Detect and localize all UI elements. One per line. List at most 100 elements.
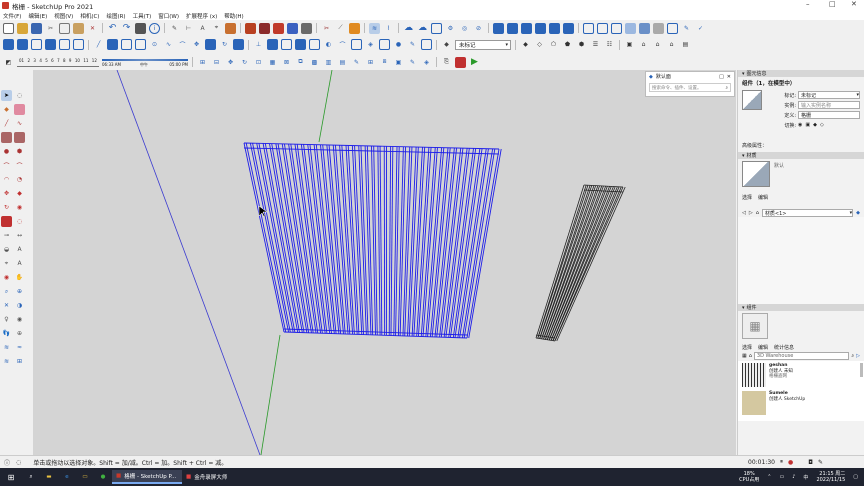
text-icon[interactable]: A [197, 23, 208, 34]
definition-input[interactable]: 格栅 [798, 111, 860, 119]
mirror-icon[interactable]: ⧉ [295, 57, 306, 68]
style-builder-icon[interactable] [301, 22, 312, 34]
dimension-icon[interactable]: ⊢ [183, 23, 194, 34]
pushpull-icon[interactable]: ◆ [14, 188, 25, 199]
cloud-icon[interactable]: ☁ [403, 23, 414, 34]
select-folder-icon[interactable] [3, 39, 14, 50]
rectangle-icon[interactable] [1, 132, 12, 143]
shadow-cast-icon[interactable]: ◆ [813, 122, 817, 128]
entity-info-header[interactable]: ▾ 图元信息 [738, 70, 864, 77]
shadow-month-slider[interactable]: 01 2 3 4 5 6 7 8 9 10 11 12 [17, 58, 99, 67]
tag-filled-icon[interactable]: ⬟ [562, 39, 573, 50]
move-icon[interactable]: ✥ [1, 188, 12, 199]
lasso-icon[interactable]: ◌ [14, 90, 25, 101]
pencil-icon[interactable]: ✎ [169, 23, 180, 34]
previous-view-icon[interactable]: ◑ [14, 300, 25, 311]
grille-component-selected[interactable] [243, 142, 502, 339]
scene-icon[interactable]: ⎘ [441, 57, 452, 68]
xray-icon[interactable] [583, 22, 594, 34]
follow-me-icon[interactable]: ⊙ [149, 39, 160, 50]
scrollbar[interactable] [860, 363, 863, 377]
components-tab-edit[interactable]: 编辑 [758, 344, 768, 351]
advanced-attributes-label[interactable]: 高级属性： [742, 142, 860, 149]
notification-icon[interactable]: ▢ [853, 474, 858, 480]
forward-icon[interactable]: ▷ [856, 353, 860, 359]
freehand-icon[interactable]: ∿ [14, 118, 25, 129]
image-icon[interactable] [379, 39, 390, 50]
extension-warehouse-icon[interactable] [273, 22, 284, 34]
sandbox-drape-icon[interactable]: ≋ [1, 356, 12, 367]
eraser-icon[interactable] [14, 104, 25, 115]
pause-icon[interactable]: ⏸ [780, 458, 783, 466]
eyedropper-icon[interactable]: ◆ [856, 210, 860, 216]
pan-icon[interactable]: ✋ [14, 272, 25, 283]
save-icon[interactable] [31, 22, 42, 34]
wrap-icon[interactable]: ⊟ [211, 57, 222, 68]
sandbox-smoove-icon[interactable]: ≋ [1, 342, 12, 353]
curve-tool-icon[interactable]: ∿ [163, 39, 174, 50]
view-right-icon[interactable] [535, 22, 546, 34]
3d-text-icon[interactable]: A [14, 258, 25, 269]
camera-icon[interactable]: ◘ [808, 459, 813, 466]
back-edges-icon[interactable] [667, 22, 678, 34]
play-icon[interactable]: ▶ [469, 57, 480, 68]
trash-icon[interactable] [233, 39, 244, 50]
shed-icon[interactable]: ⌂ [666, 39, 677, 50]
wireframe-icon[interactable] [597, 22, 608, 34]
gear-icon[interactable]: ⚙ [445, 23, 456, 34]
zoom-icon[interactable]: ⌕ [1, 286, 12, 297]
text-icon[interactable]: A [14, 244, 25, 255]
material-collection-select[interactable]: 材质<1> ▾ [761, 209, 854, 217]
monochrome-icon[interactable] [653, 22, 664, 34]
material-swatch[interactable] [742, 90, 762, 110]
taskbar-app-recorder[interactable]: ■ 金舟录屏大师 [182, 470, 242, 484]
house-icon[interactable]: ⌂ [638, 39, 649, 50]
move-axis-icon[interactable]: ✥ [225, 57, 236, 68]
maximize-button[interactable]: □ [829, 0, 836, 8]
pushpull-tool-icon[interactable] [121, 39, 132, 50]
offset-icon[interactable]: ◌ [14, 216, 25, 227]
view-left-icon[interactable] [563, 22, 574, 34]
layers-alt-icon[interactable]: ☷ [604, 39, 615, 50]
hidden-line-icon[interactable] [611, 22, 622, 34]
warehouse-icon[interactable] [245, 22, 256, 34]
rectangle-tool-icon[interactable] [107, 39, 118, 50]
diamond-icon[interactable]: ◆ [520, 39, 531, 50]
copy-array-icon[interactable]: ▤ [337, 57, 348, 68]
align-icon[interactable]: ⊥ [253, 39, 264, 50]
record-icon[interactable] [455, 56, 466, 68]
curve-edit-icon[interactable]: ⌒ [337, 39, 348, 50]
solid-tool-icon[interactable]: ◈ [421, 57, 432, 68]
unhide-icon[interactable] [73, 39, 84, 50]
shadow-time-slider[interactable]: 06:33 AM 中午 05:00 PM [102, 58, 188, 67]
view-options-icon[interactable]: ▦ [742, 353, 747, 359]
components-header[interactable]: ▾ 组件 [738, 304, 864, 311]
offset-tool-icon[interactable] [135, 39, 146, 50]
clock[interactable]: 21:15 周二 2022/11/15 [816, 471, 845, 483]
stack-icon[interactable] [267, 39, 278, 50]
scale-tool-icon[interactable] [205, 39, 216, 50]
3d-viewport[interactable] [33, 70, 736, 455]
pen-icon[interactable]: ✎ [818, 459, 823, 466]
layers-icon[interactable]: ☰ [590, 39, 601, 50]
hide-icon[interactable] [59, 39, 70, 50]
menu-view[interactable]: 视图(V) [54, 12, 73, 20]
menu-extensions[interactable]: 扩展程序 (x) [186, 12, 217, 20]
share-model-icon[interactable] [259, 22, 270, 34]
path-icon[interactable]: ✎ [351, 57, 362, 68]
tag-outline-icon[interactable]: ⬠ [548, 39, 559, 50]
menu-file[interactable]: 文件(F) [3, 12, 21, 20]
layout-icon[interactable] [287, 22, 298, 34]
taskbar-edge-icon[interactable]: e [58, 470, 76, 484]
tag-dropdown[interactable]: 未标记 ▾ [455, 39, 511, 50]
back-icon[interactable]: ◁ [742, 210, 746, 216]
zoom-extents-icon[interactable]: ✕ [1, 300, 12, 311]
fog-icon[interactable]: ⊞ [197, 57, 208, 68]
smoove-icon[interactable]: ⌇ [383, 23, 394, 34]
volume-icon[interactable]: ♪ [792, 474, 795, 480]
group-icon[interactable] [31, 39, 42, 50]
shadow-receive-icon[interactable]: ◇ [820, 122, 824, 128]
menu-tools[interactable]: 工具(T) [133, 12, 152, 20]
new-icon[interactable] [3, 22, 14, 34]
lock-icon[interactable]: ▣ [805, 122, 810, 128]
